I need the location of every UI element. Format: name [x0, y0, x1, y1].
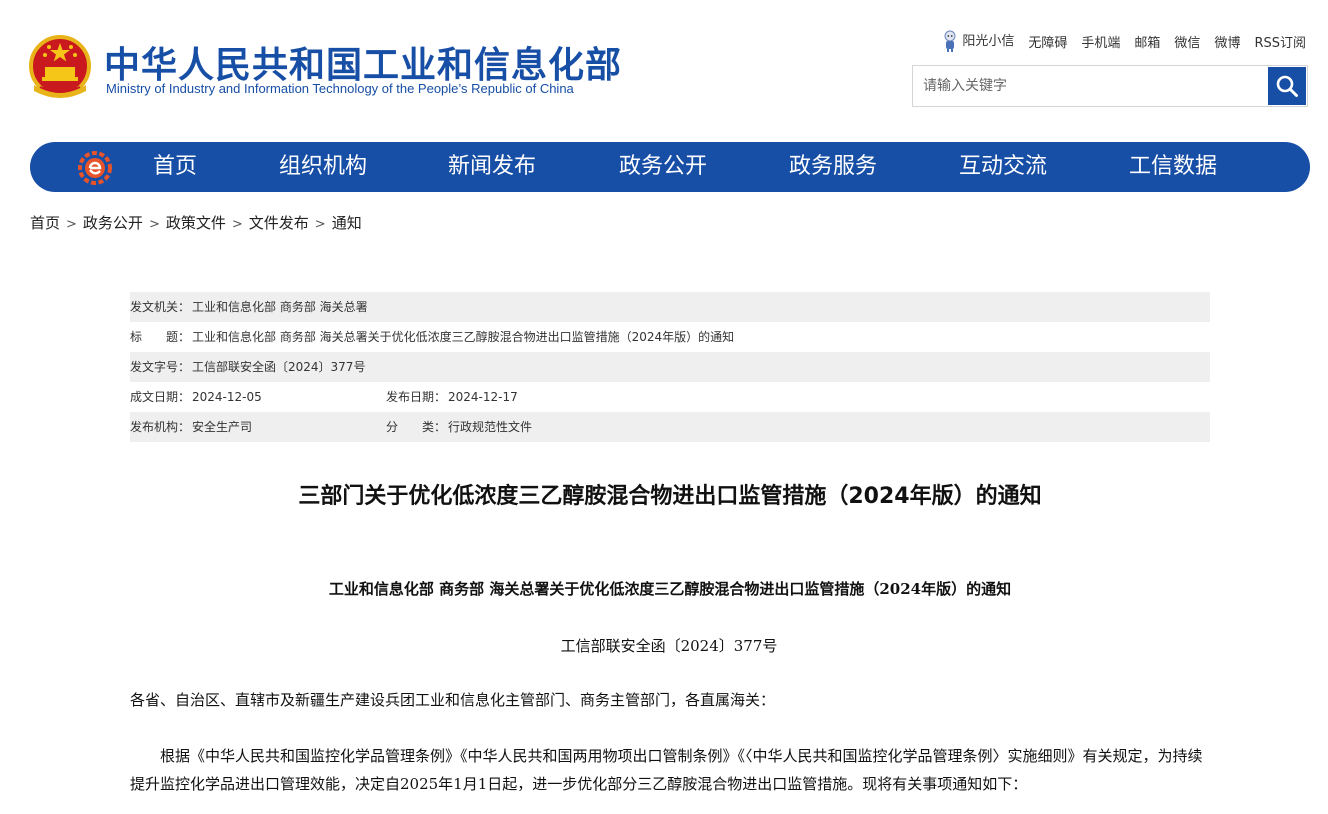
- document-title: 三部门关于优化低浓度三乙醇胺混合物进出口监管措施（2024年版）的通知: [298, 484, 1042, 509]
- breadcrumb-policy-documents[interactable]: 政策文件: [166, 214, 226, 232]
- meta-issuer-label: 发文机关：: [130, 300, 191, 314]
- breadcrumb-home[interactable]: 首页: [30, 214, 60, 232]
- meta-date-value: 2024-12-05: [192, 390, 262, 404]
- search-button[interactable]: [1268, 67, 1306, 105]
- toplink-sunshine[interactable]: 阳光小信: [942, 30, 1014, 53]
- main-nav: 首页 组织机构 新闻发布 政务公开 政务服务 互动交流 工信数据: [30, 142, 1310, 192]
- meta-row-dates: 成文日期： 2024-12-05 发布日期： 2024-12-17: [130, 382, 1210, 412]
- meta-row-issuer: 发文机关： 工业和信息化部 商务部 海关总署: [130, 292, 1210, 322]
- breadcrumb-document-release[interactable]: 文件发布: [249, 214, 309, 232]
- search-icon: [1276, 75, 1298, 97]
- toplink-mobile[interactable]: 手机端: [1081, 32, 1120, 51]
- nav-item-services[interactable]: 政务服务: [789, 142, 877, 192]
- meta-org-label: 发布机构：: [130, 420, 191, 434]
- miit-logo-icon: [78, 151, 112, 185]
- site-subtitle: Ministry of Industry and Information Tec…: [106, 81, 574, 96]
- nav-item-government-affairs[interactable]: 政务公开: [619, 142, 707, 192]
- breadcrumb-separator: >: [66, 217, 77, 232]
- national-emblem-icon: [29, 35, 91, 98]
- nav-item-home[interactable]: 首页: [153, 142, 197, 192]
- meta-row-docno: 发文字号： 工信部联安全函〔2024〕377号: [130, 352, 1210, 382]
- breadcrumb-separator: >: [148, 217, 160, 232]
- toplink-wechat[interactable]: 微信: [1174, 32, 1200, 51]
- toplink-label: 阳光小信: [962, 33, 1015, 49]
- breadcrumb: 首页 > 政务公开 > 政策文件 > 文件发布 > 通知: [30, 212, 362, 233]
- meta-category-value: 行政规范性文件: [448, 420, 533, 434]
- toplink-weibo[interactable]: 微博: [1214, 32, 1240, 51]
- meta-title-label: 标 题：: [130, 330, 191, 344]
- meta-row-org: 发布机构： 安全生产司 分 类： 行政规范性文件: [130, 412, 1210, 442]
- meta-pubdate-label: 发布日期：: [386, 390, 447, 404]
- meta-docno-label: 发文字号：: [130, 360, 191, 374]
- mascot-icon: [944, 30, 956, 53]
- nav-item-data[interactable]: 工信数据: [1129, 142, 1217, 192]
- breadcrumb-government-affairs[interactable]: 政务公开: [83, 214, 143, 232]
- breadcrumb-separator: >: [231, 217, 243, 232]
- meta-docno-value: 工信部联安全函〔2024〕377号: [192, 360, 366, 374]
- meta-date-label: 成文日期：: [130, 390, 191, 404]
- nav-item-news[interactable]: 新闻发布: [448, 142, 536, 192]
- search-box: [912, 65, 1308, 107]
- search-input[interactable]: [913, 66, 1269, 106]
- toplink-accessibility[interactable]: 无障碍: [1028, 32, 1067, 51]
- breadcrumb-separator: >: [314, 217, 326, 232]
- document-metadata-table: 发文机关： 工业和信息化部 商务部 海关总署 标 题： 工业和信息化部 商务部 …: [130, 292, 1210, 442]
- meta-title-value: 工业和信息化部 商务部 海关总署关于优化低浓度三乙醇胺混合物进出口监管措施（20…: [192, 330, 735, 344]
- nav-item-organization[interactable]: 组织机构: [279, 142, 367, 192]
- toplink-rss[interactable]: RSS订阅: [1254, 32, 1306, 51]
- document-subtitle: 工业和信息化部 商务部 海关总署关于优化低浓度三乙醇胺混合物进出口监管措施（20…: [328, 580, 1012, 598]
- breadcrumb-notice[interactable]: 通知: [332, 214, 362, 232]
- meta-pubdate-value: 2024-12-17: [448, 390, 518, 404]
- site-header: 中华人民共和国工业和信息化部 Ministry of Industry and …: [0, 0, 1328, 130]
- document-paragraph: 根据《中华人民共和国监控化学品管理条例》《中华人民共和国两用物项出口管制条例》《…: [130, 747, 1203, 793]
- top-links: 阳光小信 无障碍 手机端 邮箱 微信 微博 RSS订阅: [942, 30, 1306, 53]
- nav-item-interaction[interactable]: 互动交流: [959, 142, 1047, 192]
- meta-category-label: 分 类：: [386, 420, 447, 434]
- meta-issuer-value: 工业和信息化部 商务部 海关总署: [192, 300, 368, 314]
- meta-org-value: 安全生产司: [192, 420, 253, 434]
- document-salutation: 各省、自治区、直辖市及新疆生产建设兵团工业和信息化主管部门、商务主管部门，各直属…: [130, 691, 776, 709]
- document-number: 工信部联安全函〔2024〕377号: [560, 637, 778, 655]
- meta-row-title: 标 题： 工业和信息化部 商务部 海关总署关于优化低浓度三乙醇胺混合物进出口监管…: [130, 322, 1210, 352]
- toplink-mail[interactable]: 邮箱: [1134, 32, 1160, 51]
